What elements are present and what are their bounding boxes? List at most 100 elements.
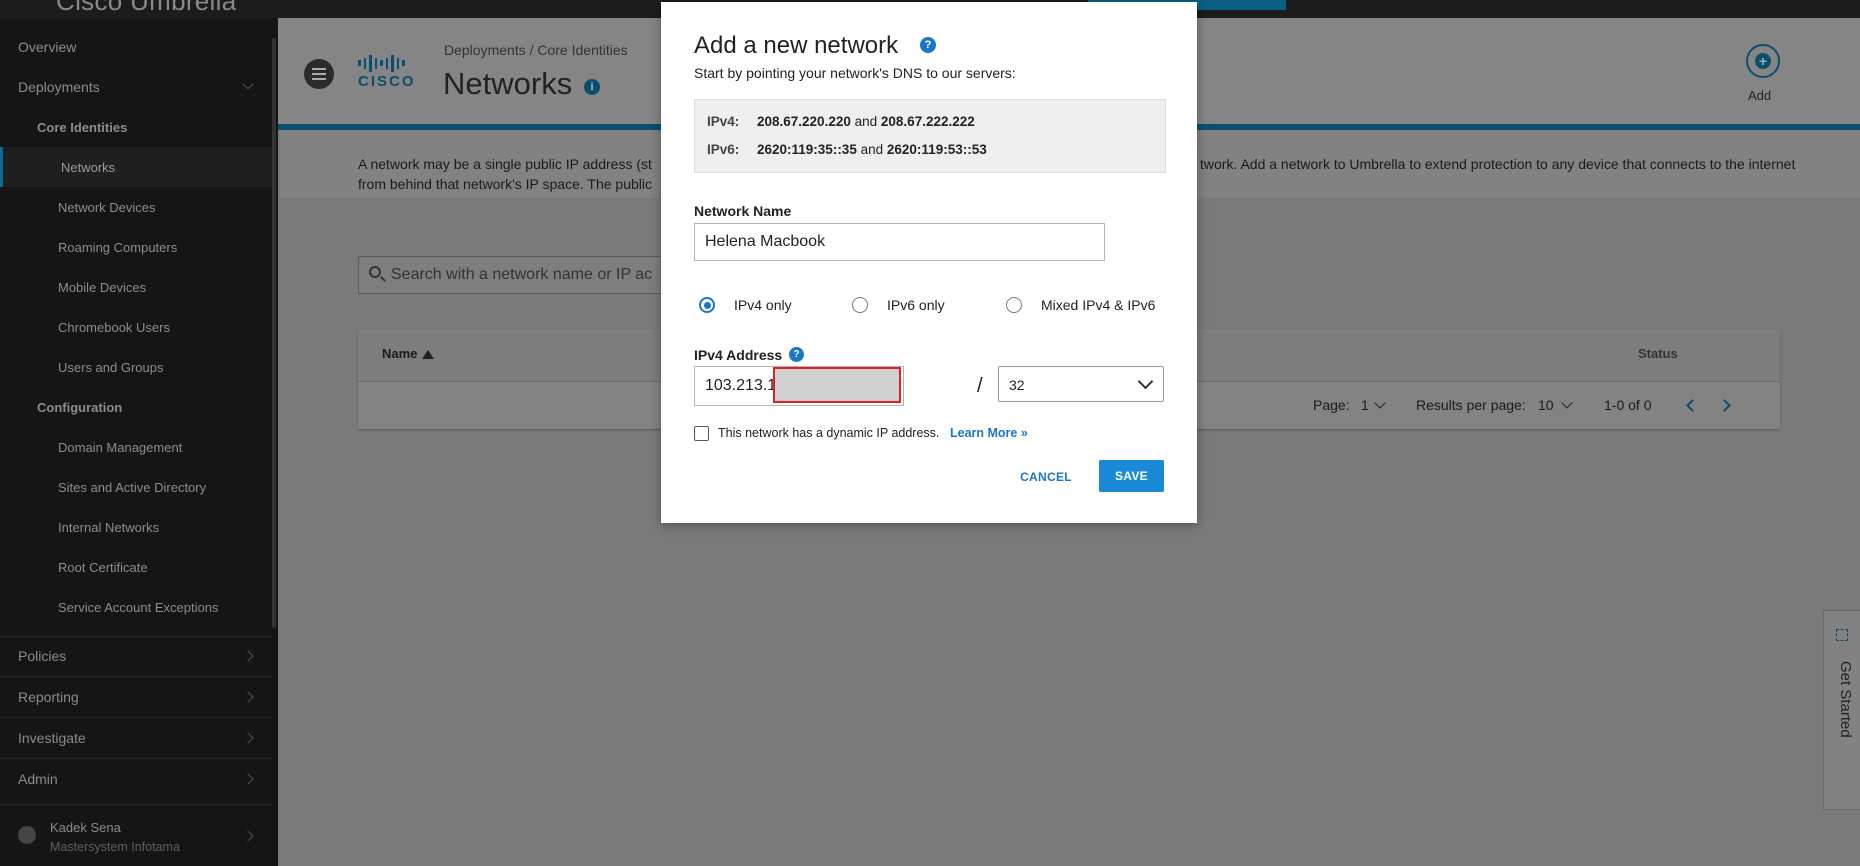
page-title: Networks <box>443 66 573 101</box>
chevron-right-icon <box>242 830 254 842</box>
sidebar-item-service-account-exceptions[interactable]: Service Account Exceptions <box>0 587 272 627</box>
page-select[interactable]: 1 <box>1361 397 1369 413</box>
chevron-down-icon <box>242 78 254 90</box>
sidebar-item-root-certificate[interactable]: Root Certificate <box>0 547 272 587</box>
sidebar-item-label: Reporting <box>18 689 79 705</box>
sidebar-divider <box>0 804 272 805</box>
help-icon[interactable]: ? <box>920 37 936 53</box>
get-started-tab[interactable]: Get Started <box>1823 610 1860 810</box>
sidebar-item-label: Internal Networks <box>58 519 160 535</box>
sidebar-item-users-and-groups[interactable]: Users and Groups <box>0 347 272 387</box>
sidebar-item-mobile-devices[interactable]: Mobile Devices <box>0 267 272 307</box>
sidebar-item-domain-management[interactable]: Domain Management <box>0 427 272 467</box>
sidebar-item-label: Roaming Computers <box>58 239 178 255</box>
column-header-status[interactable]: Status <box>1638 346 1678 361</box>
expand-icon <box>1836 629 1848 641</box>
cidr-separator: / <box>977 375 983 397</box>
ipv4-address-label: IPv4 Address <box>694 347 783 363</box>
dialog-subtitle: Start by pointing your network's DNS to … <box>694 65 1016 81</box>
learn-more-link[interactable]: Learn More » <box>950 426 1028 440</box>
cidr-select[interactable]: 32 <box>998 366 1164 402</box>
column-header-name[interactable]: Name <box>382 346 417 361</box>
cisco-logo-bars-icon <box>358 54 420 72</box>
app-brand: Cisco Umbrella <box>56 0 237 16</box>
sidebar-item-label: Investigate <box>18 730 86 746</box>
sidebar-section-core-identities[interactable]: Core Identities <box>0 107 272 147</box>
sidebar-item-deployments[interactable]: Deployments <box>0 67 272 107</box>
sidebar-item-label: Network Devices <box>58 199 156 215</box>
chevron-right-icon <box>242 732 254 744</box>
sidebar-section-label: Configuration <box>37 399 123 415</box>
info-icon[interactable]: i <box>584 79 600 95</box>
sidebar-item-label: Chromebook Users <box>58 319 170 335</box>
sidebar-section-label: Core Identities <box>37 119 128 135</box>
chevron-right-icon <box>242 650 254 662</box>
dynamic-ip-checkbox[interactable] <box>694 426 709 441</box>
sidebar-item-networks[interactable]: Networks <box>0 147 272 187</box>
chevron-left-icon[interactable] <box>1686 399 1699 412</box>
user-profile[interactable]: Kadek Sena Mastersystem Infotama <box>0 810 272 866</box>
sidebar-section-configuration[interactable]: Configuration <box>0 387 272 427</box>
dialog-title: Add a new network <box>694 32 899 59</box>
sidebar-item-label: Networks <box>61 159 116 175</box>
add-network-button[interactable]: + <box>1746 44 1780 78</box>
save-button[interactable]: SAVE <box>1099 460 1164 492</box>
sidebar-item-investigate[interactable]: Investigate <box>0 718 272 758</box>
dns-servers-box: IPv4: 208.67.220.220 and 208.67.222.222 I… <box>694 99 1166 173</box>
radio-checked-icon <box>699 297 715 313</box>
sidebar-item-internal-networks[interactable]: Internal Networks <box>0 507 272 547</box>
network-name-field[interactable] <box>694 223 1105 261</box>
help-icon[interactable]: ? <box>789 347 804 362</box>
sidebar-item-network-devices[interactable]: Network Devices <box>0 187 272 227</box>
user-org: Mastersystem Infotama <box>50 840 180 854</box>
cidr-value: 32 <box>1009 377 1025 393</box>
network-search <box>358 256 668 294</box>
sidebar-item-label: Sites and Active Directory <box>58 479 207 495</box>
sidebar-item-label: Users and Groups <box>58 359 164 375</box>
radio-label: IPv6 only <box>887 297 945 313</box>
dns-ipv6-row: IPv6: 2620:119:35::35 and 2620:119:53::53 <box>707 142 987 157</box>
dns-ipv4-row: IPv4: 208.67.220.220 and 208.67.222.222 <box>707 114 975 129</box>
sidebar: Overview Deployments Core Identities Net… <box>0 18 278 866</box>
sidebar-item-roaming-computers[interactable]: Roaming Computers <box>0 227 272 267</box>
chevron-right-icon <box>242 691 254 703</box>
sidebar-item-label: Overview <box>18 39 77 55</box>
add-network-dialog: Add a new network ? Start by pointing yo… <box>661 2 1197 523</box>
cancel-button[interactable]: CANCEL <box>1012 463 1080 491</box>
cisco-logo-text: CISCO <box>358 73 416 90</box>
sidebar-item-chromebook-users[interactable]: Chromebook Users <box>0 307 272 347</box>
hamburger-menu-button[interactable] <box>304 59 334 89</box>
sidebar-item-label: Admin <box>18 771 58 787</box>
results-per-page-select[interactable]: 10 <box>1538 397 1554 413</box>
pagination-range: 1-0 of 0 <box>1604 397 1652 413</box>
search-icon <box>369 266 381 278</box>
sidebar-item-overview[interactable]: Overview <box>0 27 272 67</box>
radio-unchecked-icon <box>852 297 868 313</box>
search-input[interactable] <box>391 257 661 293</box>
chevron-right-icon[interactable] <box>1718 399 1731 412</box>
radio-label: Mixed IPv4 & IPv6 <box>1041 297 1156 313</box>
chevron-down-icon[interactable] <box>1561 397 1573 409</box>
chevron-down-icon <box>1137 373 1154 390</box>
radio-label: IPv4 only <box>734 297 792 313</box>
sidebar-scrollbar[interactable] <box>272 38 276 628</box>
get-started-label: Get Started <box>1837 661 1854 738</box>
dynamic-ip-label[interactable]: This network has a dynamic IP address. <box>718 426 939 440</box>
radio-unchecked-icon <box>1006 297 1022 313</box>
chevron-down-icon[interactable] <box>1374 397 1386 409</box>
cisco-logo: CISCO <box>358 54 420 90</box>
add-label[interactable]: Add <box>1748 88 1771 103</box>
description-text-line2: from behind that network's IP space. The… <box>358 176 652 192</box>
redaction-box <box>773 367 901 403</box>
sidebar-item-label: Deployments <box>18 79 100 95</box>
user-name: Kadek Sena <box>50 820 121 835</box>
sidebar-item-sites-and-active-directory[interactable]: Sites and Active Directory <box>0 467 272 507</box>
sidebar-item-label: Service Account Exceptions <box>58 599 219 615</box>
breadcrumb[interactable]: Deployments / Core Identities <box>444 42 628 58</box>
results-per-page-label: Results per page: <box>1416 397 1526 413</box>
sidebar-item-reporting[interactable]: Reporting <box>0 677 272 717</box>
sidebar-item-admin[interactable]: Admin <box>0 759 272 799</box>
sort-ascending-icon[interactable] <box>422 350 434 359</box>
sidebar-item-policies[interactable]: Policies <box>0 636 272 676</box>
description-text-continued: twork. Add a network to Umbrella to exte… <box>1200 156 1796 172</box>
